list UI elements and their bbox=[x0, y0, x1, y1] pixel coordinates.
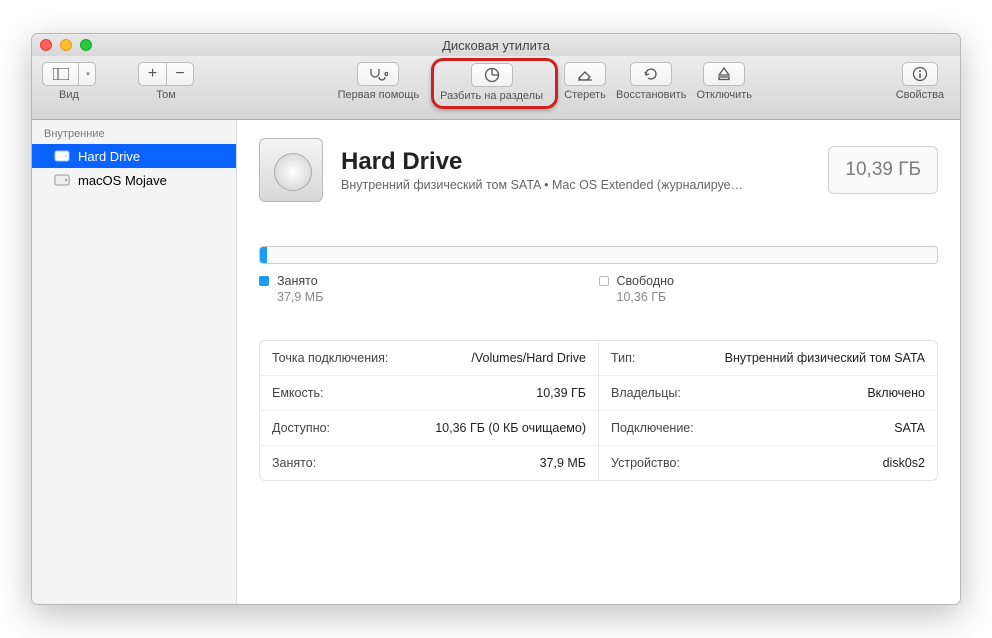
erase-group: Стереть bbox=[564, 62, 606, 101]
eject-icon bbox=[717, 66, 731, 82]
first-aid-label: Первая помощь bbox=[338, 89, 420, 101]
info-value: /Volumes/Hard Drive bbox=[471, 351, 586, 365]
info-table: Точка подключения: /Volumes/Hard Drive Ем… bbox=[259, 340, 938, 481]
highlight-partition: Разбить на разделы bbox=[431, 58, 558, 109]
internal-drive-icon bbox=[54, 148, 70, 164]
info-left-column: Точка подключения: /Volumes/Hard Drive Ем… bbox=[260, 341, 599, 480]
info-key: Занято: bbox=[272, 456, 316, 470]
restore-button[interactable] bbox=[630, 62, 672, 86]
legend-free: Свободно 10,36 ГБ bbox=[599, 274, 939, 304]
app-window: Дисковая утилита ▾ Вид + − bbox=[31, 33, 961, 605]
info-key: Владельцы: bbox=[611, 386, 681, 400]
sidebar-item-macos-mojave[interactable]: macOS Mojave bbox=[32, 168, 236, 192]
usage-bar bbox=[259, 246, 938, 264]
info-key: Тип: bbox=[611, 351, 635, 365]
info-key: Подключение: bbox=[611, 421, 694, 435]
add-volume-button[interactable]: + bbox=[138, 62, 166, 86]
internal-drive-icon bbox=[54, 172, 70, 188]
info-row: Емкость: 10,39 ГБ bbox=[260, 376, 598, 411]
legend-used-swatch bbox=[259, 276, 269, 286]
remove-volume-button[interactable]: − bbox=[166, 62, 194, 86]
info-key: Емкость: bbox=[272, 386, 323, 400]
info-label: Свойства bbox=[896, 89, 944, 101]
first-aid-button[interactable] bbox=[357, 62, 399, 86]
disk-header: Hard Drive Внутренний физический том SAT… bbox=[259, 138, 938, 202]
info-icon bbox=[912, 66, 928, 82]
legend-free-swatch bbox=[599, 276, 609, 286]
info-row: Доступно: 10,36 ГБ (0 КБ очищаемо) bbox=[260, 411, 598, 446]
info-button[interactable] bbox=[902, 62, 938, 86]
sidebar-icon bbox=[53, 68, 69, 80]
legend-used: Занято 37,9 МБ bbox=[259, 274, 599, 304]
info-value: 10,36 ГБ (0 КБ очищаемо) bbox=[435, 421, 586, 435]
view-button[interactable] bbox=[42, 62, 78, 86]
partition-button[interactable] bbox=[471, 63, 513, 87]
sidebar: Внутренние Hard Drive macOS Mojave bbox=[32, 120, 237, 604]
legend-used-value: 37,9 МБ bbox=[277, 290, 599, 304]
first-aid-group: Первая помощь bbox=[338, 62, 420, 101]
volume-group: + − Том bbox=[138, 62, 194, 101]
restore-group: Восстановить bbox=[616, 62, 686, 101]
restore-icon bbox=[642, 66, 660, 82]
info-value: Внутренний физический том SATA bbox=[725, 351, 925, 365]
info-value: disk0s2 bbox=[883, 456, 925, 470]
erase-icon bbox=[576, 67, 594, 81]
disk-subtitle: Внутренний физический том SATA • Mac OS … bbox=[341, 178, 743, 192]
info-row: Занято: 37,9 МБ bbox=[260, 446, 598, 480]
disk-size-card: 10,39 ГБ bbox=[828, 146, 938, 194]
legend-free-label: Свободно bbox=[617, 274, 674, 288]
info-key: Точка подключения: bbox=[272, 351, 388, 365]
titlebar[interactable]: Дисковая утилита bbox=[32, 34, 960, 56]
info-key: Доступно: bbox=[272, 421, 330, 435]
disk-artwork-icon bbox=[259, 138, 323, 202]
unmount-group: Отключить bbox=[696, 62, 752, 101]
toolbar: ▾ Вид + − Том Первая помощь bbox=[32, 56, 960, 120]
info-key: Устройство: bbox=[611, 456, 680, 470]
info-row: Устройство: disk0s2 bbox=[599, 446, 937, 480]
view-label: Вид bbox=[59, 89, 79, 101]
window-body: Внутренние Hard Drive macOS Mojave Hard … bbox=[32, 120, 960, 604]
info-row: Владельцы: Включено bbox=[599, 376, 937, 411]
unmount-label: Отключить bbox=[696, 89, 752, 101]
info-value: 10,39 ГБ bbox=[536, 386, 586, 400]
info-value: SATA bbox=[894, 421, 925, 435]
usage-fill bbox=[260, 247, 267, 263]
sidebar-item-hard-drive[interactable]: Hard Drive bbox=[32, 144, 236, 168]
legend-free-value: 10,36 ГБ bbox=[617, 290, 939, 304]
erase-label: Стереть bbox=[564, 89, 606, 101]
stethoscope-icon bbox=[368, 67, 388, 81]
pie-icon bbox=[484, 67, 500, 83]
info-value: Включено bbox=[867, 386, 925, 400]
view-group: ▾ Вид bbox=[42, 62, 96, 101]
partition-label: Разбить на разделы bbox=[440, 90, 543, 102]
minus-icon: − bbox=[175, 65, 184, 83]
window-title: Дисковая утилита bbox=[32, 38, 960, 53]
sidebar-item-label: macOS Mojave bbox=[78, 173, 167, 188]
info-right-column: Тип: Внутренний физический том SATA Владе… bbox=[599, 341, 937, 480]
unmount-button[interactable] bbox=[703, 62, 745, 86]
plus-icon: + bbox=[148, 65, 157, 83]
sidebar-item-label: Hard Drive bbox=[78, 149, 140, 164]
usage-legend: Занято 37,9 МБ Свободно 10,36 ГБ bbox=[259, 274, 938, 304]
disk-titles: Hard Drive Внутренний физический том SAT… bbox=[341, 148, 743, 192]
legend-used-label: Занято bbox=[277, 274, 318, 288]
content-pane: Hard Drive Внутренний физический том SAT… bbox=[237, 120, 960, 604]
chevron-down-icon: ▾ bbox=[86, 70, 90, 78]
restore-label: Восстановить bbox=[616, 89, 686, 101]
info-row: Точка подключения: /Volumes/Hard Drive bbox=[260, 341, 598, 376]
partition-group: Разбить на разделы bbox=[440, 63, 543, 102]
info-row: Подключение: SATA bbox=[599, 411, 937, 446]
volume-label: Том bbox=[156, 89, 176, 101]
sidebar-header: Внутренние bbox=[32, 124, 236, 144]
view-menu-button[interactable]: ▾ bbox=[78, 62, 96, 86]
erase-button[interactable] bbox=[564, 62, 606, 86]
disk-name: Hard Drive bbox=[341, 148, 743, 176]
info-row: Тип: Внутренний физический том SATA bbox=[599, 341, 937, 376]
info-value: 37,9 МБ bbox=[540, 456, 586, 470]
info-group: Свойства bbox=[896, 62, 944, 101]
